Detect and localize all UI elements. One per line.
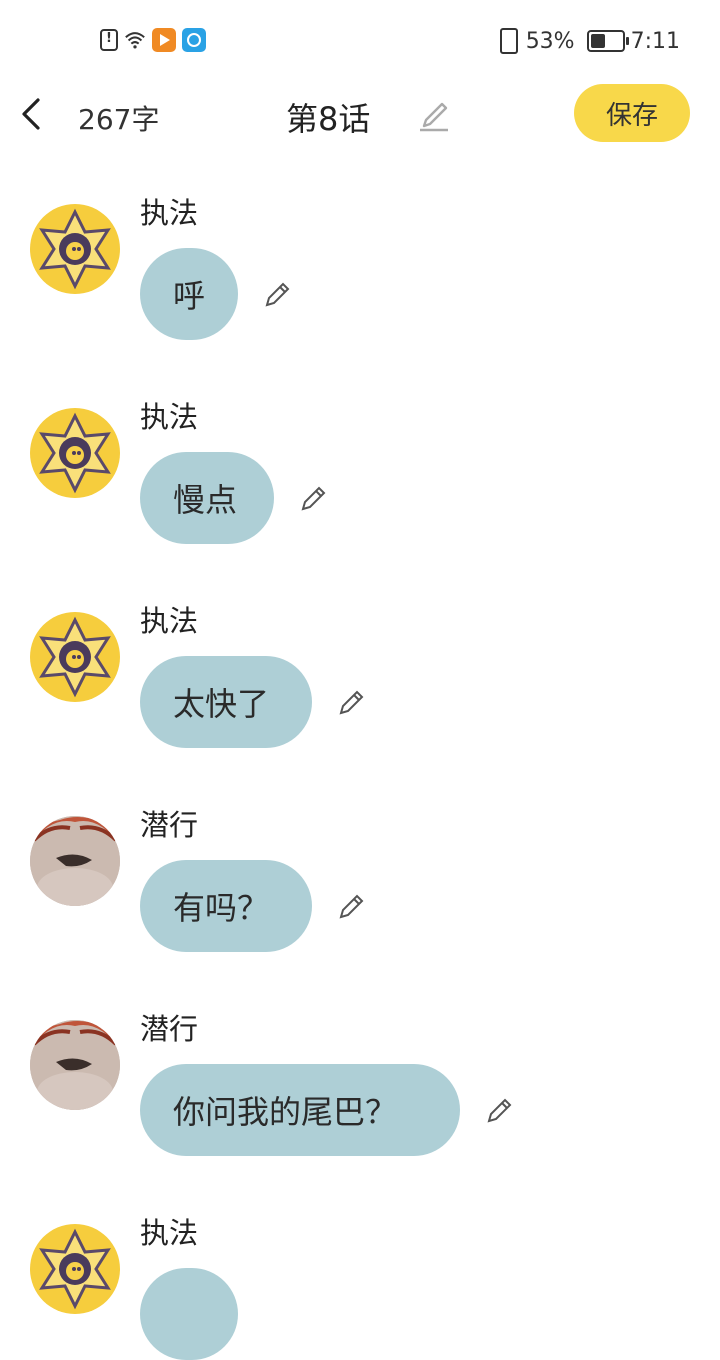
sender-name: 执法: [140, 1216, 199, 1250]
badge-avatar[interactable]: [30, 612, 120, 702]
wifi-icon: [125, 32, 145, 49]
battery-percent: 53%: [525, 28, 575, 54]
editor-header: 267字 第8话 保存: [0, 82, 720, 152]
status-left-icons: [100, 28, 206, 52]
message-bubble[interactable]: 太快了: [140, 656, 312, 748]
sender-name: 执法: [140, 196, 199, 230]
badge-avatar[interactable]: [30, 1224, 120, 1314]
word-count: 267字: [78, 103, 160, 136]
chapter-title: 第8话: [286, 100, 371, 138]
message-bubble[interactable]: 慢点: [140, 452, 274, 544]
message-bubble[interactable]: 有吗？: [140, 860, 312, 952]
pencil-icon[interactable]: [484, 1096, 514, 1126]
sender-name: 潜行: [140, 1012, 199, 1046]
battery-icon: [586, 30, 629, 52]
sim-alert-icon: [100, 29, 118, 51]
pencil-icon[interactable]: [298, 484, 328, 514]
pencil-icon[interactable]: [336, 688, 366, 718]
person-avatar[interactable]: [30, 1020, 120, 1110]
pencil-icon[interactable]: [336, 892, 366, 922]
message-bubble[interactable]: 你问我的尾巴？: [140, 1064, 460, 1156]
sender-name: 执法: [140, 400, 199, 434]
pencil-icon[interactable]: [262, 280, 292, 310]
clock: 7:11: [630, 28, 680, 54]
video-app-icon: [152, 28, 176, 52]
status-bar: 53% 7:11: [0, 0, 720, 82]
badge-avatar[interactable]: [30, 408, 120, 498]
sender-name: 潜行: [140, 808, 199, 842]
sender-name: 执法: [140, 604, 199, 638]
message-bubble[interactable]: 呼: [140, 248, 238, 340]
message-bubble[interactable]: [140, 1268, 238, 1360]
save-button[interactable]: 保存: [574, 84, 690, 142]
search-app-icon: [182, 28, 206, 52]
person-avatar[interactable]: [30, 816, 120, 906]
badge-avatar[interactable]: [30, 204, 120, 294]
status-right: 53% 7:11: [499, 28, 680, 54]
back-arrow-icon[interactable]: [18, 94, 48, 134]
vibrate-icon: [499, 28, 518, 54]
edit-title-icon[interactable]: [418, 96, 450, 132]
